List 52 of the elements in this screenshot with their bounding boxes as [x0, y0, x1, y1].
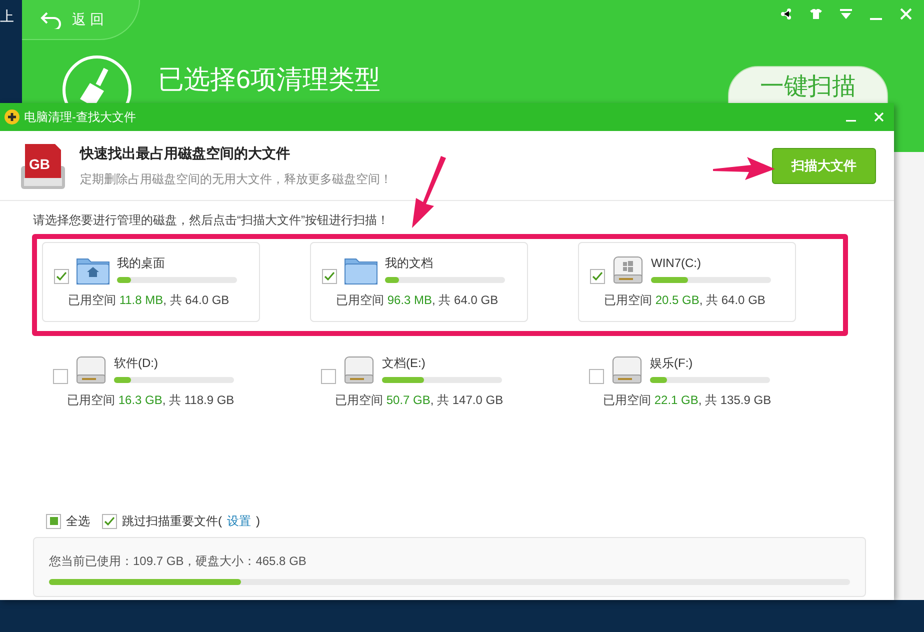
disk-card[interactable]: 我的文档 已用空间 96.3 MB, 共 64.0 GB [310, 242, 528, 322]
partial-mark-icon [50, 517, 58, 525]
checkbox[interactable] [53, 368, 68, 384]
disk-name: WIN7(C:) [651, 257, 702, 269]
disk-name: 文档(E:) [382, 357, 426, 369]
header-subtitle: 定期删除占用磁盘空间的无用大文件，释放更多磁盘空间！ [80, 171, 393, 188]
arrow-drawing [713, 155, 775, 181]
desktop-icon-label: 上 [0, 7, 14, 26]
checkbox[interactable] [589, 368, 604, 384]
option-label: 跳过扫描重要文件( [122, 513, 222, 530]
scan-large-files-button[interactable]: 扫描大文件 [772, 148, 876, 184]
disk-usage-text: 已用空间 22.1 GB, 共 135.9 GB [603, 392, 772, 409]
plus-logo-icon [4, 109, 20, 125]
share-icon[interactable] [780, 8, 792, 20]
dialog-title: 电脑清理-查找大文件 [24, 109, 137, 126]
hard-drive-icon [611, 355, 643, 385]
disk-name: 我的文档 [385, 257, 434, 269]
disk-name: 我的桌面 [117, 257, 166, 269]
hard-drive-icon [75, 355, 107, 385]
main-heading: 已选择6项清理类型 [158, 63, 380, 96]
close-icon[interactable] [874, 112, 884, 122]
checkmark-icon [324, 270, 335, 282]
checkbox[interactable] [54, 268, 69, 284]
disk-card[interactable]: 我的桌面 已用空间 11.8 MB, 共 64.0 GB [42, 242, 260, 322]
option-label: 全选 [66, 513, 90, 530]
back-arrow-icon [40, 10, 62, 28]
instruction-text: 请选择您要进行管理的磁盘，然后点击“扫描大文件”按钮进行扫描！ [33, 212, 390, 229]
header-title: 快速找出最占用磁盘空间的大文件 [80, 144, 291, 163]
disk-usage-text: 已用空间 16.3 GB, 共 118.9 GB [67, 392, 236, 409]
shirt-icon[interactable] [810, 8, 822, 20]
disk-usage-text: 已用空间 11.8 MB, 共 64.0 GB [68, 292, 230, 309]
checkbox[interactable] [590, 268, 605, 284]
menu-icon[interactable] [840, 8, 852, 20]
checkbox[interactable] [46, 514, 61, 528]
summary-text: 您当前已使用：109.7 GB，硬盘大小：465.8 GB [49, 553, 308, 570]
checkbox[interactable] [102, 514, 117, 528]
checkbox[interactable] [321, 368, 336, 384]
checkmark-icon [592, 270, 603, 282]
system-drive-icon [612, 255, 644, 285]
closing-paren: ) [256, 513, 260, 530]
close-icon[interactable] [900, 8, 912, 20]
disk-usage-text: 已用空间 96.3 MB, 共 64.0 GB [336, 292, 500, 309]
settings-link[interactable]: 设置 [227, 512, 251, 530]
disk-usage-text: 已用空间 50.7 GB, 共 147.0 GB [335, 392, 504, 409]
checkbox[interactable] [322, 268, 337, 284]
disk-usage-text: 已用空间 20.5 GB, 共 64.0 GB [604, 292, 766, 309]
disk-card[interactable]: WIN7(C:) 已用空间 20.5 GB, 共 64.0 GB [578, 242, 796, 322]
hard-drive-icon [343, 355, 375, 385]
checkmark-icon [56, 270, 67, 282]
checkmark-icon [104, 516, 115, 526]
disk-name: 软件(D:) [114, 357, 159, 369]
disk-name: 娱乐(F:) [650, 357, 694, 369]
